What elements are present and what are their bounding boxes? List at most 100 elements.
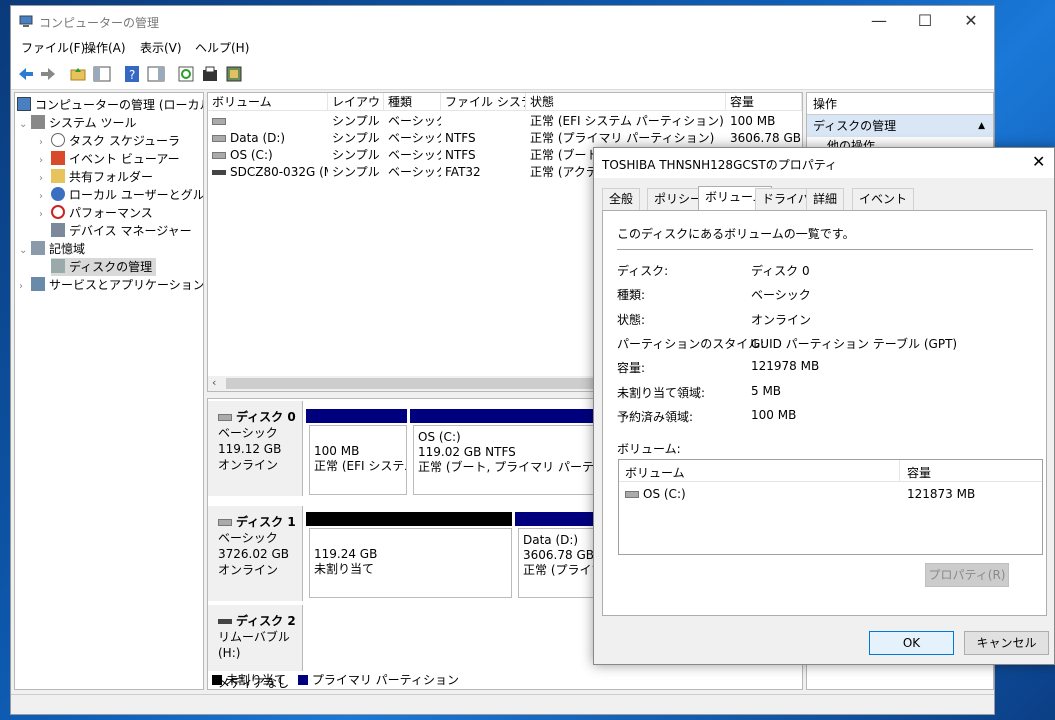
dialog-col-capacity[interactable]: 容量 <box>907 464 931 481</box>
prop-value-reserved: 100 MB <box>751 408 797 422</box>
prop-value-capacity: 121978 MB <box>751 359 820 373</box>
drive-icon <box>212 135 226 142</box>
actions-section-disk-management[interactable]: ディスクの管理 ▲ <box>807 115 993 137</box>
show-hide-action-pane-icon[interactable] <box>147 65 165 83</box>
navigation-tree: コンピューターの管理 (ローカル) ⌄ システム ツール › タスク スケジューラ … <box>14 92 204 690</box>
disk2-label[interactable]: ディスク 2 リムーバブル (H:) メディアなし <box>208 605 303 689</box>
volume-status: 正常 (アクティ <box>530 165 596 179</box>
chevron-down-icon[interactable]: ⌄ <box>19 116 31 134</box>
usb-drive-icon <box>218 619 232 624</box>
menu-help[interactable]: ヘルプ(H) <box>195 39 249 56</box>
col-volume[interactable]: ボリューム <box>208 93 328 111</box>
dialog-volume-list[interactable]: ボリューム 容量 OS (C:) 121873 MB <box>618 459 1043 555</box>
scroll-left-icon[interactable]: ‹ <box>212 376 216 389</box>
collapse-icon[interactable]: ▲ <box>978 115 985 137</box>
event-viewer-icon <box>51 151 65 165</box>
ok-button[interactable]: OK <box>869 631 954 655</box>
disk1-name: ディスク 1 <box>236 515 296 529</box>
disk-icon <box>218 519 232 526</box>
prop-label-capacity: 容量: <box>617 361 646 375</box>
volumes-label: ボリューム: <box>617 442 681 456</box>
cancel-button[interactable]: キャンセル <box>964 631 1049 655</box>
disk1-label[interactable]: ディスク 1 ベーシック 3726.02 GB オンライン <box>208 506 303 601</box>
disk1-partition1[interactable]: 119.24 GB 未割り当て <box>309 528 512 598</box>
prop-label-status: 状態: <box>617 313 646 327</box>
scrollbar-thumb[interactable] <box>226 378 606 389</box>
col-layout[interactable]: レイアウト <box>328 93 384 111</box>
prop-label-partition-style: パーティションのスタイル: <box>617 337 765 351</box>
tab-details[interactable]: 詳細 <box>806 188 845 210</box>
tree-item-system-tools[interactable]: ⌄ システム ツール <box>15 114 203 132</box>
disk0-label[interactable]: ディスク 0 ベーシック 119.12 GB オンライン <box>208 401 303 496</box>
tree-item-shared-folders[interactable]: › 共有フォルダー <box>15 168 203 186</box>
col-type[interactable]: 種類 <box>384 93 441 111</box>
show-hide-tree-icon[interactable] <box>93 65 111 83</box>
tree-item-performance[interactable]: › パフォーマンス <box>15 204 203 222</box>
intro-text: このディスクにあるボリュームの一覧です。 <box>617 227 855 241</box>
menu-action[interactable]: 操作(A) <box>84 39 126 56</box>
volume-status: 正常 (EFI システム パーティション) <box>530 114 724 128</box>
disk0-p1-size: 100 MB <box>314 444 360 458</box>
volume-layout: シンプル <box>332 131 380 145</box>
tree-item-device-manager[interactable]: デバイス マネージャー <box>15 222 203 240</box>
close-window-button[interactable]: ✕ <box>948 6 994 36</box>
chevron-down-icon[interactable]: ⌄ <box>19 242 31 260</box>
column-divider <box>899 460 900 482</box>
tree-item-local-users[interactable]: ›ローカル ユーザーとグループ <box>15 186 203 204</box>
tab-events[interactable]: イベント <box>852 188 915 210</box>
disk0-partition1[interactable]: 100 MB 正常 (EFI システム <box>309 425 407 495</box>
volume-properties-button[interactable]: プロパティ(R) <box>925 563 1009 587</box>
tab-general[interactable]: 全般 <box>602 188 641 210</box>
storage-icon <box>31 241 45 255</box>
tree-item-event-viewer[interactable]: › イベント ビューアー <box>15 150 203 168</box>
prop-value-status: オンライン <box>751 313 812 327</box>
tree-item-services-apps[interactable]: › サービスとアプリケーション <box>15 276 203 294</box>
volume-fs: FAT32 <box>445 165 481 179</box>
table-row[interactable]: Data (D:) シンプル ベーシック NTFS 正常 (プライマリ パーティ… <box>208 130 802 147</box>
menu-file[interactable]: ファイル(F) <box>21 39 85 56</box>
col-status[interactable]: 状態 <box>526 93 726 111</box>
volume-status: 正常 (ブート, ペ <box>530 148 596 162</box>
tree-label-task-scheduler: タスク スケジューラ <box>69 134 180 148</box>
col-capacity[interactable]: 容量 <box>726 93 802 111</box>
tree-item-disk-management[interactable]: ディスクの管理 <box>15 258 203 276</box>
volume-fs: NTFS <box>445 148 476 162</box>
col-filesystem[interactable]: ファイル システム <box>441 93 526 111</box>
maximize-button[interactable]: ☐ <box>902 6 948 36</box>
svg-text:?: ? <box>129 68 135 82</box>
dialog-close-button[interactable]: ✕ <box>1032 152 1045 171</box>
volume-name-text: OS (C:) <box>230 148 273 162</box>
tree-label-event-viewer: イベント ビューアー <box>69 152 180 166</box>
dialog-col-volume[interactable]: ボリューム <box>625 464 685 481</box>
volume-name: SDCZ80-032G (M:) <box>208 164 328 181</box>
disk1-type: ベーシック <box>218 531 278 545</box>
disk0-type: ベーシック <box>218 426 278 440</box>
drive-icon <box>212 152 226 159</box>
back-icon[interactable] <box>17 65 35 83</box>
chevron-right-icon[interactable]: › <box>19 278 31 296</box>
volume-name <box>208 113 328 130</box>
menu-bar: ファイル(F) 操作(A) 表示(V) ヘルプ(H) <box>11 36 994 58</box>
chevron-right-icon[interactable]: › <box>39 206 51 224</box>
prop-label-disk: ディスク: <box>617 264 669 278</box>
forward-icon[interactable] <box>39 65 57 83</box>
up-folder-icon[interactable] <box>69 65 87 83</box>
tree-item-storage[interactable]: ⌄ 記憶域 <box>15 240 203 258</box>
menu-view[interactable]: 表示(V) <box>140 39 182 56</box>
tree-label-device-manager: デバイス マネージャー <box>69 224 192 238</box>
disk1-p1-bar <box>306 512 512 526</box>
tools-icon <box>31 115 45 129</box>
tree-label-storage: 記憶域 <box>49 242 86 256</box>
tree-item-root[interactable]: コンピューターの管理 (ローカル) <box>15 96 203 114</box>
help-icon[interactable]: ? <box>123 65 141 83</box>
minimize-button[interactable]: — <box>856 6 902 36</box>
volume-fs: NTFS <box>445 131 476 145</box>
table-row[interactable]: シンプル ベーシック 正常 (EFI システム パーティション) 100 MB <box>208 113 802 130</box>
list-item[interactable]: OS (C:) 121873 MB <box>619 486 1042 504</box>
dialog-title: TOSHIBA THNSNH128GCSTのプロパティ <box>602 158 837 172</box>
properties-icon[interactable] <box>201 65 219 83</box>
refresh-icon[interactable] <box>177 65 195 83</box>
tree-item-task-scheduler[interactable]: › タスク スケジューラ <box>15 132 203 150</box>
computer-management-icon <box>17 97 31 111</box>
export-icon[interactable] <box>225 65 243 83</box>
